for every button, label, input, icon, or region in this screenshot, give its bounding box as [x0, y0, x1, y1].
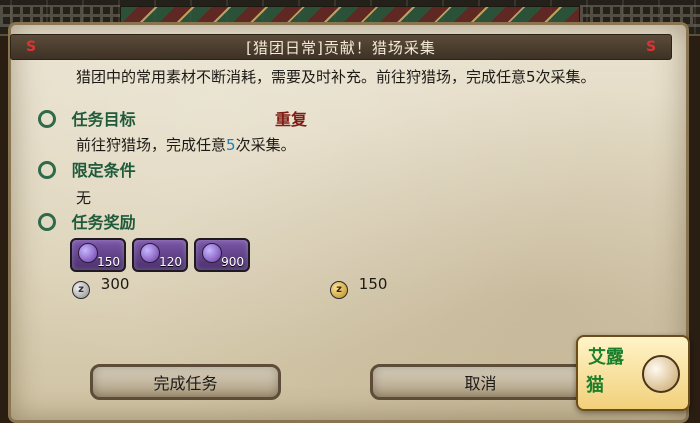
- currency-silver: z 300: [72, 275, 130, 299]
- dialog-title-bar: S [猎团日常]贡献！猎场采集 S: [10, 34, 672, 60]
- reward-value: 900: [221, 255, 244, 269]
- silver-coin-icon: z: [72, 281, 90, 299]
- swirl-icon: [38, 213, 56, 231]
- swirl-icon: [38, 110, 56, 128]
- reward-value: 120: [159, 255, 182, 269]
- reward-value: 150: [97, 255, 120, 269]
- watermark-text-top: 艾露: [588, 347, 624, 368]
- section-objective: 任务目标: [38, 106, 298, 129]
- watermark-text-bottom: 猫: [586, 375, 604, 396]
- complete-quest-button[interactable]: 完成任务: [90, 364, 281, 400]
- reward-skill-item: 120: [132, 238, 188, 272]
- section-objective-title: 任务目标: [71, 110, 136, 129]
- dialog-title: [猎团日常]贡献！猎场采集: [246, 39, 436, 57]
- section-conditions: 限定条件: [38, 157, 298, 180]
- quest-description: 猎团中的常用素材不断消耗，需要及时补充。前往狩猎场，完成任意5次采集。: [76, 68, 596, 86]
- zenny-orb-icon: [202, 243, 222, 263]
- currency-gold-value: 150: [358, 275, 388, 293]
- reward-zenny-item: 900: [194, 238, 250, 272]
- objective-text-suffix: 次采集。: [235, 136, 296, 154]
- objective-count: 5: [226, 136, 236, 154]
- reward-exp-item: 150: [70, 238, 126, 272]
- mascot-icon: [642, 355, 680, 393]
- watermark-logo: 艾露 猫: [576, 335, 690, 411]
- section-rewards-title: 任务奖励: [71, 213, 136, 232]
- exp-orb-icon: [78, 243, 98, 263]
- currency-gold: z 150: [330, 275, 388, 299]
- repeat-tag: 重复: [275, 110, 308, 129]
- cancel-button[interactable]: 取消: [370, 364, 591, 400]
- gold-coin-icon: z: [330, 281, 348, 299]
- section-conditions-title: 限定条件: [71, 161, 136, 180]
- objective-text-prefix: 前往狩猎场，完成任意: [76, 136, 227, 154]
- conditions-value: 无: [76, 189, 92, 207]
- title-ornament-right-icon: S: [645, 39, 657, 55]
- reward-item-list: 150 120 900: [70, 238, 250, 272]
- currency-silver-value: 300: [100, 275, 130, 293]
- objective-text: 前往狩猎场，完成任意5次采集。: [76, 134, 596, 155]
- swirl-icon: [38, 161, 56, 179]
- skill-orb-icon: [140, 243, 160, 263]
- section-rewards: 任务奖励: [38, 209, 298, 232]
